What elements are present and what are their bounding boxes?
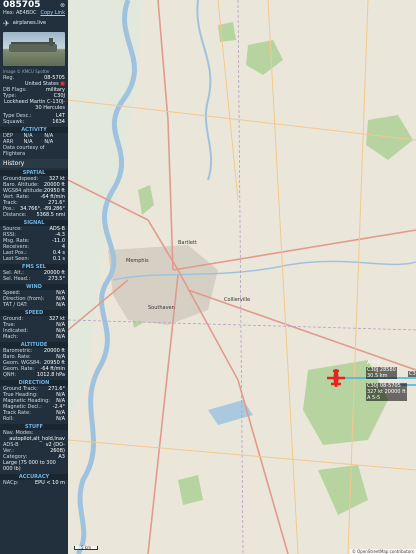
label-b-line3: A 5-5 (367, 395, 381, 401)
map-view[interactable]: Memphis Southaven Collierville Bartlett … (68, 0, 416, 554)
aircraft-label-b[interactable]: C30J 08-5705 327 kt 20000 ft A 5-5 (366, 383, 407, 401)
photo-tail (49, 38, 53, 46)
type-desc: Lockheed Martin C-130J-30 Hercules (4, 99, 65, 111)
detail-sections: SPATIAL Groundspeed: 327 kt Baro. Altitude:… (0, 170, 68, 486)
aircraft-info-panel: 085705 ⊗ Hex: AE4BDC Copy Link ✈ airplan… (0, 0, 68, 554)
close-icon[interactable]: ⊗ (60, 2, 65, 9)
spatial-value: 5368.5 nmi (36, 212, 65, 218)
stuff-label: ADS-B Ver.: (3, 442, 19, 454)
signal-row: Last Seen: 0.1 s (0, 256, 68, 262)
hex-value: AE4BDC (16, 10, 37, 16)
speed-label: Mach: (3, 334, 18, 340)
aircraft-label-a[interactable]: C30J 28580 30.5 km (366, 367, 397, 379)
squawk-value: 1634 (52, 119, 65, 125)
brand-row[interactable]: ✈ airplanes.live (0, 16, 68, 30)
copy-link[interactable]: Copy Link (40, 10, 65, 16)
city-bartlett: Bartlett (178, 240, 197, 246)
reg-label: Reg. (3, 75, 15, 81)
nacp-value: EPU < 10 m (34, 480, 65, 486)
signal-label: Last Seen: (3, 256, 30, 262)
spatial-label: Distance: (3, 212, 27, 218)
history-toggle[interactable]: History (0, 159, 68, 168)
speed-value: N/A (56, 334, 65, 340)
wind-label: TAT / OAT: (3, 302, 28, 308)
hex-field: Hex: AE4BDC (3, 10, 37, 16)
map-attribution[interactable]: © OpenStreetMap contributors (349, 549, 416, 554)
courtesy-text[interactable]: Data courtesy of Flightera (3, 145, 65, 157)
panel-header: 085705 ⊗ (0, 0, 68, 10)
hex-row: Hex: AE4BDC Copy Link (0, 10, 68, 16)
direction-label: Roll: (3, 416, 14, 422)
map-canvas[interactable] (68, 0, 416, 554)
airplane-icon: ✈ (3, 18, 10, 28)
hex-label: Hex: (3, 10, 15, 16)
fms-value: 273.5° (48, 276, 65, 282)
altitude-value: 1012.8 hPa (36, 372, 65, 378)
signal-value: 0.1 s (52, 256, 65, 262)
direction-value: N/A (56, 416, 65, 422)
wind-row: TAT / OAT: N/A (0, 302, 68, 308)
brand-site[interactable]: airplanes.live (13, 20, 46, 26)
altitude-row: QNH: 1012.8 hPa (0, 372, 68, 378)
speed-row: Mach: N/A (0, 334, 68, 340)
category-desc: Large (75 000 to 300 000 lb) (3, 460, 56, 472)
callsign-title: 085705 (3, 0, 41, 10)
photo-credit[interactable]: Image © KMCU Spotter (0, 68, 68, 75)
altitude-label: QNH: (3, 372, 17, 378)
city-memphis: Memphis (126, 258, 149, 264)
squawk-row: Squawk: 1634 (0, 119, 68, 125)
wind-value: N/A (56, 302, 65, 308)
direction-row: Roll: N/A (0, 416, 68, 422)
stuff-row: ADS-B Ver.: v2 (DO-260B) (0, 442, 68, 454)
spatial-row: Distance: 5368.5 nmi (0, 212, 68, 218)
aircraft-label-a-alt: A 4-5 (367, 360, 381, 366)
aircraft-photo[interactable] (3, 32, 65, 66)
label-a-line2: 30.5 km (367, 373, 388, 379)
nacp-label: NACp: (3, 480, 19, 486)
fms-label: Sel. Head.: (3, 276, 31, 282)
city-southaven: Southaven (148, 305, 175, 311)
map-scale: 5 km (74, 546, 98, 550)
aircraft-label-c[interactable]: C3 (408, 371, 416, 377)
activity-courtesy: Data courtesy of Flightera (0, 145, 68, 157)
city-collierville: Collierville (224, 297, 251, 303)
nacp-row: NACp: EPU < 10 m (0, 480, 68, 486)
squawk-label: Squawk: (3, 119, 25, 125)
fms-row: Sel. Head.: 273.5° (0, 276, 68, 282)
stuff-value: v2 (DO-260B) (45, 442, 65, 454)
